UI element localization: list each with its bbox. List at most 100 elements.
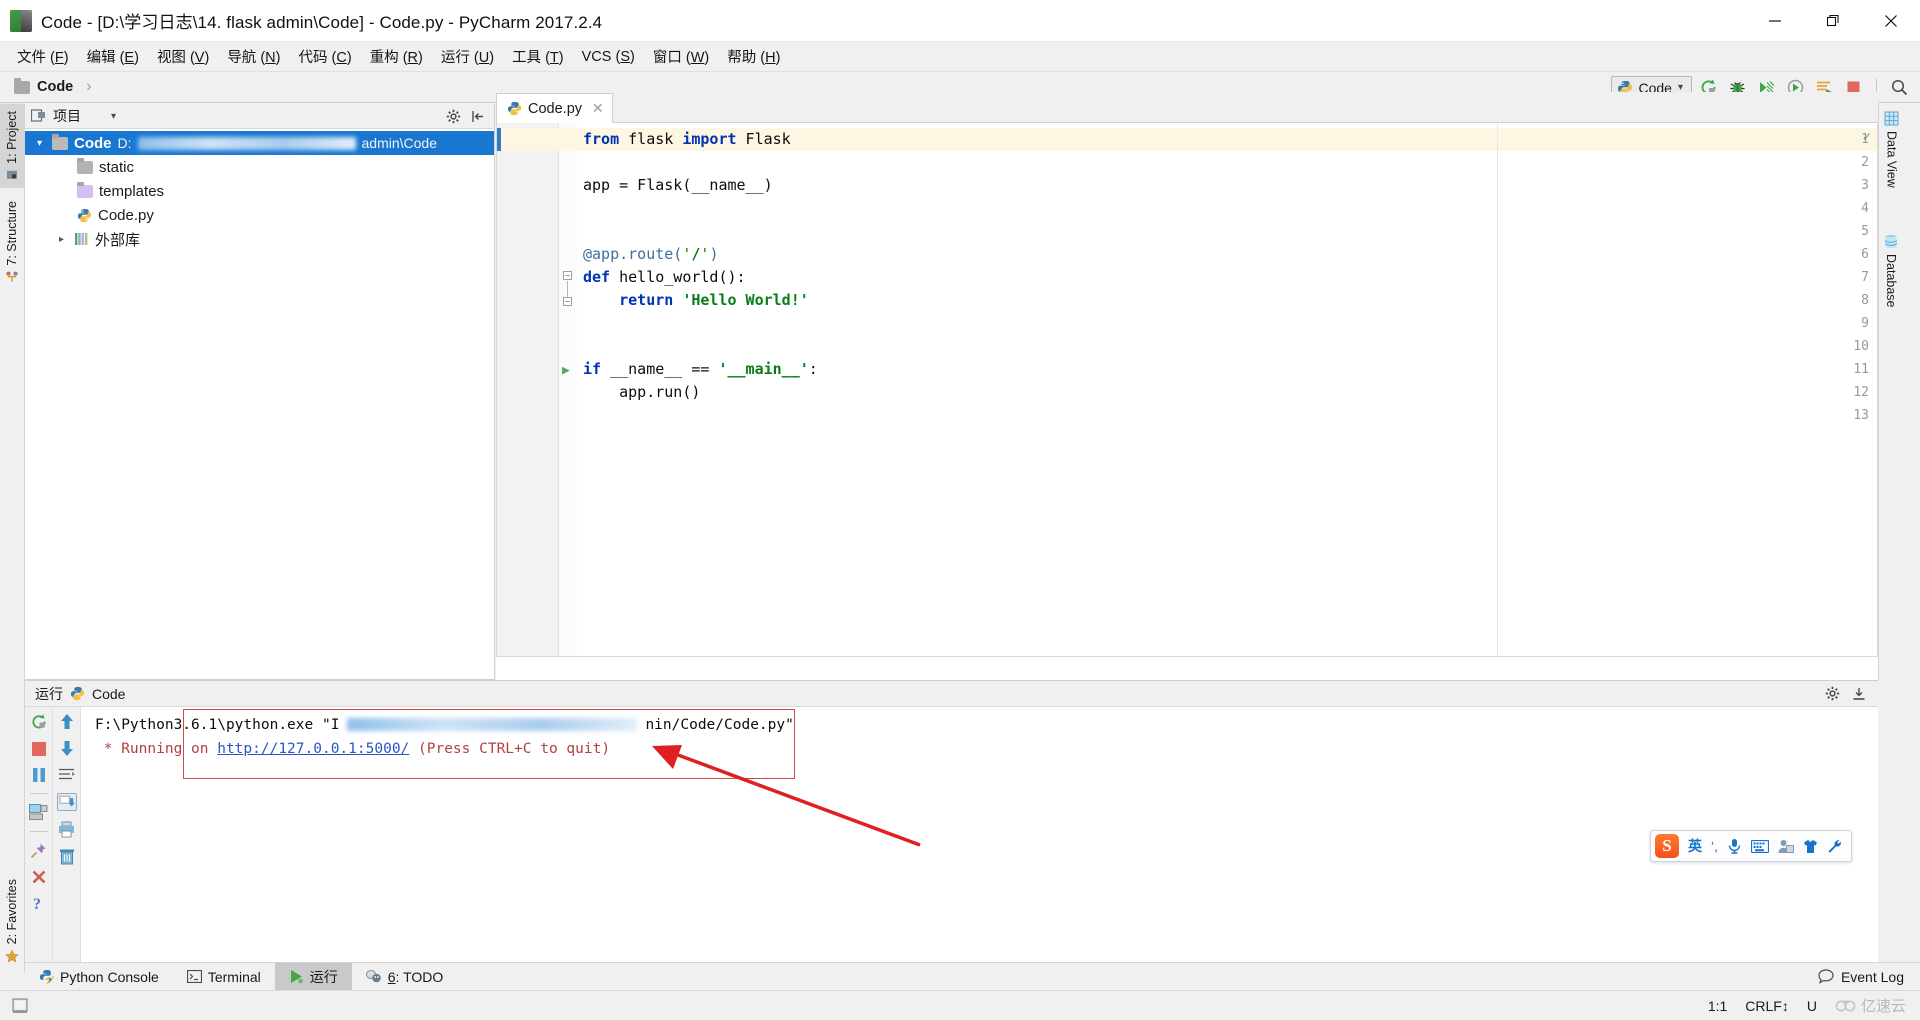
code-editor[interactable]: ✓ 1 2 3 4 5 6 7 8 9 10 11 12 13 − − ▶ fr… [496,123,1878,657]
sidebar-item-database-label: Database [1884,253,1898,308]
bottom-tab-todo[interactable]: 6: TODO [352,963,458,991]
stop-button[interactable] [31,741,47,757]
menu-vcs[interactable]: VCS (S) [573,46,644,68]
help-button[interactable]: ? [31,895,46,912]
down-stacktrace-button[interactable] [59,740,75,757]
menu-tools-label: 工具 [512,50,542,66]
fold-marker[interactable]: − [563,271,572,280]
scroll-to-end-button[interactable] [56,793,77,811]
watermark-label: 亿速云 [1860,998,1906,1015]
editor-tab-code-py[interactable]: Code.py ✕ [496,93,613,123]
menu-file[interactable]: 文件 (F) [8,43,78,70]
line-number: 7 [1861,270,1869,285]
ime-skin-icon[interactable] [1803,839,1818,854]
rerun-button[interactable] [30,713,48,731]
code-line-12: app.run() [583,383,701,401]
tree-item-label: templates [99,182,165,200]
maximize-restore-button[interactable] [1804,0,1862,42]
project-icon [31,109,45,122]
tree-item-label: static [99,158,135,176]
menu-file-mnemonic: F [54,50,64,66]
menu-run[interactable]: 运行 (U) [432,43,503,70]
status-bar: 1:1 CRLF↕ U 亿速云 [0,990,1920,1020]
pin-tab-button[interactable] [30,842,47,859]
console-url-link[interactable]: http://127.0.0.1:5000/ [217,741,409,757]
run-line-gutter-icon[interactable]: ▶ [562,363,570,378]
chevron-right-icon[interactable]: ▸ [55,234,68,245]
ime-user-icon[interactable] [1778,839,1794,854]
toggle-toolbar-icon[interactable] [12,998,30,1014]
breadcrumb[interactable]: Code › [14,77,92,96]
menu-edit[interactable]: 编辑 (E) [78,43,148,70]
run-panel-body: ? F:\Python3.6.1\python.exe "I nin/Code/… [25,707,1878,973]
bottom-tab-run[interactable]: 运行 [274,962,352,991]
gear-icon[interactable] [446,109,461,124]
divider [29,793,48,794]
code-line-7: def hello_world(): [583,268,746,286]
divider [29,831,48,832]
search-everywhere-button[interactable] [1887,75,1912,100]
soft-wrap-button[interactable] [58,767,75,783]
menu-navigate[interactable]: 导航 (N) [218,43,289,70]
tree-item-static[interactable]: static [25,155,494,179]
status-bar-left [0,998,30,1014]
chevron-down-icon[interactable]: ▾ [33,138,46,149]
file-encoding[interactable]: U [1807,998,1817,1014]
tree-item-code-py[interactable]: Code.py [25,203,494,227]
tree-item-label: Code.py [98,206,154,224]
clear-all-button[interactable] [59,848,75,865]
caret-position[interactable]: 1:1 [1708,998,1727,1014]
python-icon [70,686,85,701]
chevron-down-icon[interactable]: ▾ [111,111,116,122]
terminal-icon [186,970,202,983]
sogou-ime-toolbar[interactable]: S 英 ‘, [1650,830,1852,862]
bottom-tab-python-console[interactable]: Python Console [25,963,173,991]
menu-tools[interactable]: 工具 (T) [503,43,573,70]
close-tab-icon[interactable]: ✕ [592,100,604,117]
bottom-tab-label: 运行 [309,968,338,985]
menu-window[interactable]: 窗口 (W) [644,43,718,70]
right-tool-window-bar: Data View Database [1878,104,1920,680]
bottom-tab-label: 6: TODO [387,968,444,985]
ime-toolbox-icon[interactable] [1827,839,1842,854]
sidebar-item-favorites-label: 2: Favorites [5,879,19,945]
sidebar-item-structure[interactable]: 7: Structure [0,194,24,291]
run-console-output[interactable]: F:\Python3.6.1\python.exe "I nin/Code/Cod… [81,707,1878,973]
line-number-gutter [497,123,559,656]
pause-button[interactable] [31,767,47,783]
gear-icon[interactable] [1825,686,1840,701]
sidebar-item-project[interactable]: 1: Project [0,104,24,188]
ime-punctuation-mode[interactable]: ‘, [1711,838,1718,854]
sidebar-item-data-view[interactable]: Data View [1879,104,1904,195]
menu-refactor[interactable]: 重构 (R) [361,43,432,70]
tree-item-project-root[interactable]: ▾ Code D: admin\Code [25,131,494,155]
line-separator[interactable]: CRLF↕ [1745,998,1789,1014]
hide-icon[interactable] [1852,687,1866,701]
fold-marker-end[interactable]: − [563,297,572,306]
print-button[interactable] [58,821,75,838]
minimize-button[interactable] [1746,0,1804,42]
tree-item-external-libraries[interactable]: ▸ 外部库 [25,227,494,251]
sidebar-item-structure-label: 7: Structure [5,200,19,266]
close-window-button[interactable] [1862,0,1920,42]
menu-view[interactable]: 视图 (V) [148,43,218,70]
menu-help[interactable]: 帮助 (H) [718,43,789,70]
line-number: 5 [1861,224,1869,239]
ime-voice-input-icon[interactable] [1727,838,1742,854]
python-file-icon [77,208,92,222]
sogou-logo-icon[interactable]: S [1655,834,1679,858]
sidebar-item-database[interactable]: Database [1879,227,1903,315]
bottom-tool-window-bar: Python Console Terminal 运行 6: TODO Event… [25,962,1920,991]
collapse-all-icon[interactable] [471,110,484,123]
close-button[interactable] [31,869,47,885]
ime-soft-keyboard-icon[interactable] [1751,839,1769,853]
menu-code[interactable]: 代码 (C) [290,43,361,70]
bottom-tab-terminal[interactable]: Terminal [173,963,275,991]
ime-language-mode[interactable]: 英 [1688,836,1702,856]
tree-item-templates[interactable]: templates [25,179,494,203]
up-stacktrace-button[interactable] [59,713,75,730]
show-console-button[interactable] [29,804,48,821]
sidebar-item-favorites[interactable]: 2: Favorites [0,872,24,970]
event-log-area[interactable]: Event Log [1818,969,1920,985]
console-command-prefix: F:\Python3.6.1\python.exe "I [95,717,340,733]
